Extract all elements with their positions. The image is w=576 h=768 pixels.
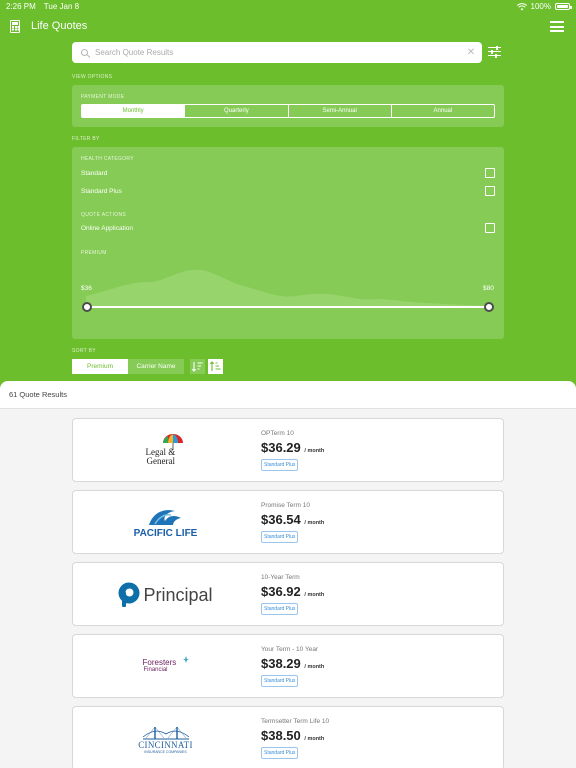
foresters-logo-line2: Financial	[143, 667, 168, 673]
health-badge: Standard Plus	[261, 603, 299, 615]
filter-standard-row[interactable]: Standard	[81, 167, 495, 179]
payment-mode-label: PAYMENT MODE	[81, 94, 125, 100]
health-category-label: HEALTH CATEGORY	[81, 156, 134, 162]
app-title: Life Quotes	[31, 20, 88, 32]
cincinnati-logo-line1: CINCINNATI	[138, 740, 193, 750]
carrier-logo-principal: Principal	[73, 563, 258, 627]
carrier-logo-legal-general: Legal & General	[73, 419, 258, 483]
status-right: 100%	[516, 2, 572, 11]
status-date: Tue Jan 8	[43, 2, 80, 11]
quote-card-cincinnati[interactable]: CINCINNATI INSURANCE COMPANIES Termsette…	[72, 706, 504, 768]
quote-card-foresters[interactable]: Foresters Financial Your Term - 10 Year …	[72, 634, 504, 698]
premium-max-handle[interactable]	[484, 302, 494, 312]
filter-standard-plus-label: Standard Plus	[81, 187, 122, 195]
quote-product: Promise Term 10	[261, 502, 311, 509]
filter-online-application-checkbox[interactable]	[485, 223, 495, 233]
filter-standard-checkbox[interactable]	[485, 168, 495, 178]
premium-label: PREMIUM	[81, 250, 107, 256]
quote-price: $38.50 / month	[261, 728, 325, 743]
battery-percent: 100%	[530, 2, 551, 11]
carrier-logo-cincinnati: CINCINNATI INSURANCE COMPANIES	[73, 707, 258, 768]
app-header: Life Quotes	[0, 14, 576, 40]
quote-card-principal[interactable]: Principal 10-Year Term $36.92 / month St…	[72, 562, 504, 626]
quote-product: 10-Year Term	[261, 574, 300, 581]
search-icon	[81, 49, 88, 56]
premium-histogram	[86, 269, 490, 308]
view-options-label: VIEW OPTIONS	[72, 74, 113, 80]
sort-carrier-name-button[interactable]: Carrier Name	[128, 359, 184, 374]
clear-search-icon[interactable]: ✕	[464, 47, 478, 58]
filter-online-application-label: Online Application	[81, 224, 134, 232]
segment-monthly[interactable]: Monthly	[82, 105, 186, 117]
pacific-life-logo-text: PACIFIC LIFE	[133, 528, 198, 539]
principal-p-icon	[118, 582, 140, 607]
health-badge: Standard Plus	[261, 459, 299, 471]
calculator-icon[interactable]	[10, 20, 20, 33]
premium-slider-track[interactable]	[87, 306, 489, 308]
quote-price: $36.54 / month	[261, 512, 325, 527]
health-badge: Standard Plus	[261, 531, 299, 543]
premium-min-handle[interactable]	[82, 302, 92, 312]
sort-by-label: SORT BY	[72, 348, 96, 354]
battery-icon	[555, 3, 572, 10]
quote-price: $38.29 / month	[261, 656, 325, 671]
legal-general-logo-line2: General	[146, 455, 175, 466]
sort-ascending-icon[interactable]	[208, 359, 223, 374]
health-badge: Standard Plus	[261, 675, 299, 687]
segment-semi-annual[interactable]: Semi-Annual	[289, 105, 392, 117]
segment-quarterly[interactable]: Quarterly	[185, 105, 289, 117]
quote-card-legal-general[interactable]: Legal & General OPTerm 10 $36.29 / month…	[72, 418, 504, 482]
segment-annual[interactable]: Annual	[392, 105, 494, 117]
status-time: 2:26 PM	[6, 2, 36, 11]
filter-standard-plus-checkbox[interactable]	[485, 186, 495, 196]
sort-descending-icon[interactable]	[190, 359, 205, 374]
health-badge: Standard Plus	[261, 747, 299, 759]
status-bar: 2:26 PM Tue Jan 8 100%	[0, 0, 576, 13]
pacific-life-wave-icon	[149, 510, 182, 525]
search-bar: ✕	[72, 42, 482, 63]
premium-max-label: $80	[483, 285, 494, 292]
quote-price: $36.29 / month	[261, 440, 325, 455]
quote-actions-label: QUOTE ACTIONS	[81, 212, 127, 218]
cincinnati-bridge-icon	[142, 726, 189, 740]
quote-price: $36.92 / month	[261, 584, 325, 599]
results-count: 61 Quote Results	[0, 381, 576, 409]
cincinnati-logo-line2: INSURANCE COMPANIES	[144, 750, 187, 754]
quote-product: Your Term - 10 Year	[261, 646, 319, 653]
filter-standard-plus-row[interactable]: Standard Plus	[81, 185, 495, 197]
principal-logo-text: Principal	[143, 584, 213, 605]
carrier-logo-pacific-life: PACIFIC LIFE	[73, 491, 258, 555]
filter-by-label: FILTER BY	[72, 136, 100, 142]
search-input[interactable]	[95, 48, 464, 57]
carrier-logo-foresters: Foresters Financial	[73, 635, 258, 699]
filter-standard-label: Standard	[81, 169, 108, 177]
quote-card-pacific-life[interactable]: PACIFIC LIFE Promise Term 10 $36.54 / mo…	[72, 490, 504, 554]
filter-online-application-row[interactable]: Online Application	[81, 222, 495, 234]
foresters-leaf-icon	[182, 656, 189, 663]
premium-min-label: $36	[81, 285, 92, 292]
wifi-icon	[516, 2, 527, 10]
filter-settings-icon[interactable]	[488, 45, 501, 58]
hamburger-menu-icon[interactable]	[550, 21, 564, 32]
payment-mode-segmented-control: Monthly Quarterly Semi-Annual Annual	[81, 104, 495, 118]
sort-premium-button[interactable]: Premium	[72, 359, 128, 374]
quote-product: Termsetter Term Life 10	[261, 718, 330, 725]
quote-product: OPTerm 10	[261, 430, 294, 437]
